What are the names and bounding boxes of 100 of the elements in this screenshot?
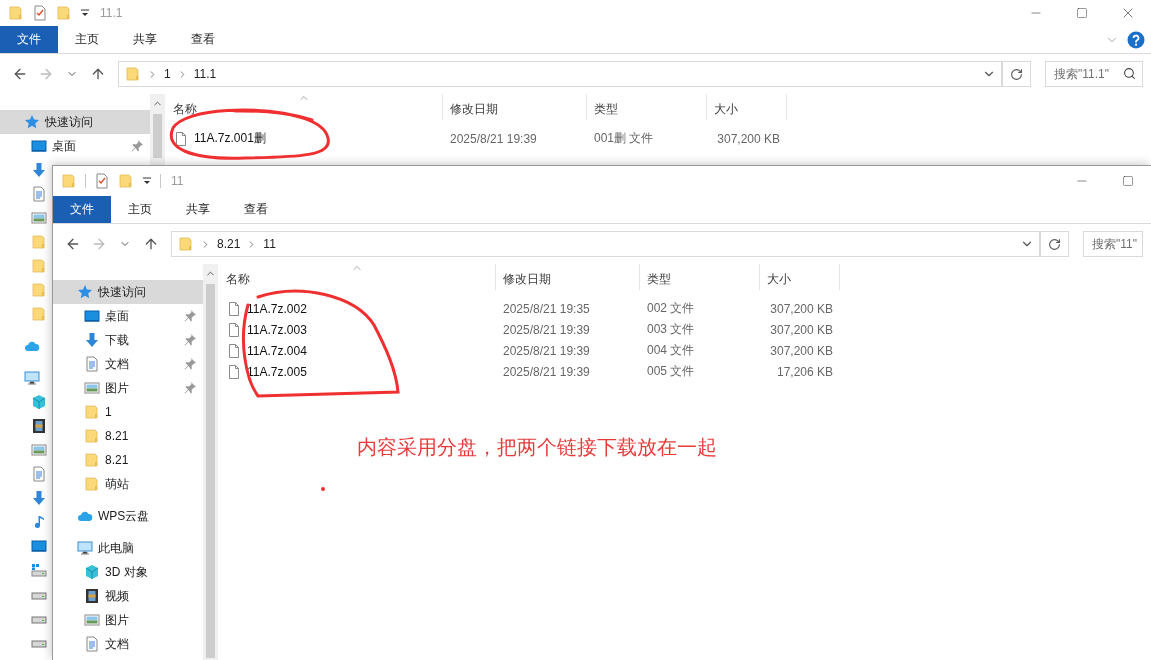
breadcrumb-item[interactable]: 1 [164, 67, 171, 81]
film-icon [84, 588, 100, 604]
desktop-icon [31, 538, 47, 554]
cube-icon [84, 564, 100, 580]
nav-item[interactable]: 桌面 [0, 134, 150, 158]
nav-item[interactable]: 视频 [53, 584, 203, 608]
column-header[interactable]: 大小 [760, 264, 840, 290]
date-cell-text: 2025/8/21 19:39 [502, 321, 591, 339]
file-name[interactable]: 11A.7z.005 [247, 364, 307, 379]
download-icon [84, 332, 100, 348]
nav-label: 文档 [105, 635, 129, 653]
dropdown-icon [80, 8, 90, 18]
nav-item[interactable]: WPS云盘 [53, 504, 203, 528]
star-icon [77, 284, 93, 300]
pin-icon [183, 333, 197, 347]
column-header[interactable]: 类型 [587, 94, 707, 120]
column-header[interactable]: 修改日期 [443, 94, 587, 120]
nav-item[interactable]: 3D 对象 [53, 560, 203, 584]
nav-label: 桌面 [52, 137, 76, 155]
file-name[interactable]: 11A.7z.002 [247, 301, 307, 316]
pin-icon [183, 357, 197, 371]
file-name[interactable]: 11A.7z.004 [247, 343, 307, 358]
breadcrumb-item[interactable]: 8.21 [217, 237, 241, 251]
type-cell-text: 004 文件 [646, 342, 696, 359]
search-field[interactable]: 搜索"11.1" [1045, 61, 1143, 87]
scrollbar[interactable] [203, 264, 218, 660]
refresh-button[interactable] [1003, 61, 1031, 87]
nav-item[interactable]: 图片 [53, 608, 203, 632]
maximize-icon [1122, 175, 1134, 187]
nav-label: 此电脑 [98, 539, 134, 557]
column-header[interactable]: 修改日期 [496, 264, 640, 290]
nav-label: 图片 [105, 379, 129, 397]
nav-item[interactable]: 文档 [53, 352, 203, 376]
nav-item[interactable]: 桌面 [53, 304, 203, 328]
refresh-icon [1048, 237, 1061, 251]
nav-item[interactable]: 文档 [53, 632, 203, 656]
folder-icon [31, 282, 47, 298]
nav-item-selected[interactable]: 快速访问 [53, 280, 203, 304]
type-cell-text: 002 文件 [646, 300, 696, 317]
date-cell-text: 2025/8/21 19:39 [449, 130, 538, 148]
folder-icon [61, 173, 77, 189]
file-icon [226, 321, 242, 338]
ribbon-tab[interactable]: 查看 [174, 26, 232, 53]
type-cell-text: 003 文件 [646, 321, 696, 338]
nav-label: 快速访问 [98, 283, 146, 301]
column-header[interactable]: 名称 [166, 94, 443, 120]
breadcrumb-item[interactable]: 11 [263, 237, 276, 251]
nav-item[interactable]: 8.21 [53, 424, 203, 448]
breadcrumb-item[interactable]: 11.1 [193, 67, 217, 81]
window-title: 11.1 [100, 6, 123, 20]
nav-item[interactable]: 图片 [53, 376, 203, 400]
file-icon [226, 300, 242, 317]
desktop-icon [84, 308, 100, 324]
date-cell-text: 2025/8/21 19:35 [502, 300, 591, 318]
address-bar[interactable]: 8.21 11 [171, 231, 1041, 257]
file-menu-button[interactable]: 文件 [0, 26, 58, 53]
ribbon-tab[interactable]: 查看 [227, 196, 285, 223]
document-icon [31, 186, 47, 202]
folder-icon [125, 66, 141, 82]
nav-item[interactable]: 萌站 [53, 472, 203, 496]
size-cell-text: 17,206 KB [775, 363, 834, 381]
refresh-button[interactable] [1041, 231, 1069, 257]
search-icon[interactable] [1123, 67, 1136, 80]
ribbon-tab[interactable]: 主页 [58, 26, 116, 53]
nav-label: 下载 [105, 331, 129, 349]
nav-label: 文档 [105, 355, 129, 373]
ribbon-tab[interactable]: 共享 [116, 26, 174, 53]
refresh-icon [1010, 67, 1023, 81]
column-header[interactable]: 名称 [219, 264, 496, 290]
drive-icon [31, 562, 47, 578]
nav-label: 1 [105, 405, 112, 419]
scroll-thumb[interactable] [206, 284, 215, 658]
size-cell-text: 307,200 KB [769, 342, 834, 360]
nav-item[interactable]: 下载 [53, 328, 203, 352]
ribbon-tab[interactable]: 共享 [169, 196, 227, 223]
file-name[interactable]: 11A.7z.001删 [194, 130, 266, 147]
size-cell-text: 307,200 KB [716, 130, 781, 148]
file-name[interactable]: 11A.7z.003 [247, 322, 307, 337]
nav-item[interactable]: 1 [53, 400, 203, 424]
picture-icon [31, 442, 47, 458]
scroll-thumb[interactable] [153, 114, 162, 158]
film-icon [31, 418, 47, 434]
date-cell-text: 2025/8/21 19:39 [502, 363, 591, 381]
search-field[interactable]: 搜索"11" [1083, 231, 1143, 257]
arrow-right-icon [91, 236, 107, 252]
nav-label: WPS云盘 [98, 507, 150, 525]
address-bar[interactable]: 1 11.1 [118, 61, 1003, 87]
maximize-icon [1076, 7, 1088, 19]
folder-icon [31, 258, 47, 274]
document-icon [31, 466, 47, 482]
nav-label: 3D 对象 [105, 563, 148, 581]
file-menu-button[interactable]: 文件 [53, 196, 111, 223]
column-header[interactable]: 大小 [707, 94, 787, 120]
nav-item-selected[interactable]: 快速访问 [0, 110, 150, 134]
document-icon [84, 356, 100, 372]
nav-item[interactable]: 8.21 [53, 448, 203, 472]
column-header[interactable]: 类型 [640, 264, 760, 290]
nav-item[interactable]: 此电脑 [53, 536, 203, 560]
nav-label: 图片 [105, 611, 129, 629]
ribbon-tab[interactable]: 主页 [111, 196, 169, 223]
